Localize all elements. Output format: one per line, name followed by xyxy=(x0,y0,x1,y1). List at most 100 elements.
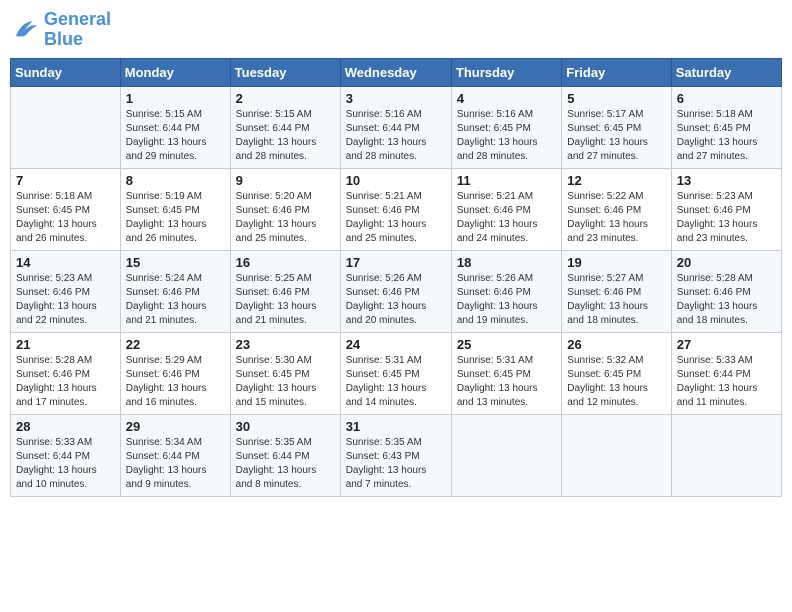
day-number: 30 xyxy=(236,419,335,434)
day-number: 28 xyxy=(16,419,115,434)
day-number: 10 xyxy=(346,173,446,188)
calendar-week-row: 14 Sunrise: 5:23 AM Sunset: 6:46 PM Dayli… xyxy=(11,250,782,332)
day-number: 1 xyxy=(126,91,225,106)
day-number: 23 xyxy=(236,337,335,352)
calendar-cell: 18Sunrise: 5:26 AM Sunset: 6:46 PM Dayli… xyxy=(451,250,561,332)
day-info: Sunrise: 5:16 AM Sunset: 6:45 PM Dayligh… xyxy=(457,108,556,164)
day-info: Sunrise: 5:26 AM Sunset: 6:46 PM Dayligh… xyxy=(346,272,446,328)
day-number: 13 xyxy=(677,173,776,188)
day-info: Sunrise: 5:27 AM Sunset: 6:46 PM Dayligh… xyxy=(567,272,665,328)
calendar-cell: 6 Sunrise: 5:18 AM Sunset: 6:45 PM Daylig… xyxy=(671,86,781,168)
calendar-week-row: 1 Sunrise: 5:15 AM Sunset: 6:44 PM Daylig… xyxy=(11,86,782,168)
calendar-cell: 26 Sunrise: 5:32 AM Sunset: 6:45 PM Dayli… xyxy=(562,332,671,414)
day-info: Sunrise: 5:17 AM Sunset: 6:45 PM Dayligh… xyxy=(567,108,665,164)
day-number: 16 xyxy=(236,255,335,270)
calendar-cell: 8 Sunrise: 5:19 AM Sunset: 6:45 PM Daylig… xyxy=(120,168,230,250)
calendar-week-row: 7 Sunrise: 5:18 AM Sunset: 6:45 PM Daylig… xyxy=(11,168,782,250)
day-number: 12 xyxy=(567,173,665,188)
calendar-cell: 20Sunrise: 5:28 AM Sunset: 6:46 PM Dayli… xyxy=(671,250,781,332)
weekday-header: Sunday xyxy=(11,58,121,86)
day-info: Sunrise: 5:16 AM Sunset: 6:44 PM Dayligh… xyxy=(346,108,446,164)
calendar-cell: 14 Sunrise: 5:23 AM Sunset: 6:46 PM Dayli… xyxy=(11,250,121,332)
day-number: 6 xyxy=(677,91,776,106)
day-info: Sunrise: 5:34 AM Sunset: 6:44 PM Dayligh… xyxy=(126,436,225,492)
day-info: Sunrise: 5:18 AM Sunset: 6:45 PM Dayligh… xyxy=(16,190,115,246)
day-number: 11 xyxy=(457,173,556,188)
calendar-cell: 16Sunrise: 5:25 AM Sunset: 6:46 PM Dayli… xyxy=(230,250,340,332)
day-info: Sunrise: 5:15 AM Sunset: 6:44 PM Dayligh… xyxy=(236,108,335,164)
day-info: Sunrise: 5:29 AM Sunset: 6:46 PM Dayligh… xyxy=(126,354,225,410)
day-number: 18 xyxy=(457,255,556,270)
calendar-cell: 5 Sunrise: 5:17 AM Sunset: 6:45 PM Daylig… xyxy=(562,86,671,168)
day-number: 21 xyxy=(16,337,115,352)
calendar-cell: 25 Sunrise: 5:31 AM Sunset: 6:45 PM Dayli… xyxy=(451,332,561,414)
day-number: 8 xyxy=(126,173,225,188)
day-info: Sunrise: 5:21 AM Sunset: 6:46 PM Dayligh… xyxy=(457,190,556,246)
day-number: 25 xyxy=(457,337,556,352)
day-info: Sunrise: 5:24 AM Sunset: 6:46 PM Dayligh… xyxy=(126,272,225,328)
day-number: 19 xyxy=(567,255,665,270)
calendar-cell xyxy=(11,86,121,168)
calendar-cell: 11 Sunrise: 5:21 AM Sunset: 6:46 PM Dayli… xyxy=(451,168,561,250)
calendar-cell: 24Sunrise: 5:31 AM Sunset: 6:45 PM Dayli… xyxy=(340,332,451,414)
weekday-header: Saturday xyxy=(671,58,781,86)
day-info: Sunrise: 5:33 AM Sunset: 6:44 PM Dayligh… xyxy=(16,436,115,492)
logo: General Blue xyxy=(10,10,111,50)
day-number: 24 xyxy=(346,337,446,352)
day-number: 26 xyxy=(567,337,665,352)
day-info: Sunrise: 5:31 AM Sunset: 6:45 PM Dayligh… xyxy=(457,354,556,410)
day-info: Sunrise: 5:22 AM Sunset: 6:46 PM Dayligh… xyxy=(567,190,665,246)
calendar-cell: 21 Sunrise: 5:28 AM Sunset: 6:46 PM Dayli… xyxy=(11,332,121,414)
calendar-cell: 1 Sunrise: 5:15 AM Sunset: 6:44 PM Daylig… xyxy=(120,86,230,168)
day-info: Sunrise: 5:20 AM Sunset: 6:46 PM Dayligh… xyxy=(236,190,335,246)
calendar-cell: 27Sunrise: 5:33 AM Sunset: 6:44 PM Dayli… xyxy=(671,332,781,414)
day-number: 7 xyxy=(16,173,115,188)
calendar-cell: 19 Sunrise: 5:27 AM Sunset: 6:46 PM Dayli… xyxy=(562,250,671,332)
calendar-header: SundayMondayTuesdayWednesdayThursdayFrid… xyxy=(11,58,782,86)
page-header: General Blue xyxy=(10,10,782,50)
day-info: Sunrise: 5:23 AM Sunset: 6:46 PM Dayligh… xyxy=(16,272,115,328)
calendar-cell: 22 Sunrise: 5:29 AM Sunset: 6:46 PM Dayli… xyxy=(120,332,230,414)
day-number: 2 xyxy=(236,91,335,106)
calendar-cell: 15 Sunrise: 5:24 AM Sunset: 6:46 PM Dayli… xyxy=(120,250,230,332)
day-number: 14 xyxy=(16,255,115,270)
day-number: 9 xyxy=(236,173,335,188)
logo-icon xyxy=(10,15,40,45)
calendar-cell: 28 Sunrise: 5:33 AM Sunset: 6:44 PM Dayli… xyxy=(11,414,121,496)
weekday-header: Monday xyxy=(120,58,230,86)
day-number: 22 xyxy=(126,337,225,352)
calendar-cell: 23Sunrise: 5:30 AM Sunset: 6:45 PM Dayli… xyxy=(230,332,340,414)
calendar-cell: 7 Sunrise: 5:18 AM Sunset: 6:45 PM Daylig… xyxy=(11,168,121,250)
calendar-cell: 3 Sunrise: 5:16 AM Sunset: 6:44 PM Daylig… xyxy=(340,86,451,168)
day-info: Sunrise: 5:15 AM Sunset: 6:44 PM Dayligh… xyxy=(126,108,225,164)
day-info: Sunrise: 5:28 AM Sunset: 6:46 PM Dayligh… xyxy=(16,354,115,410)
calendar-cell: 13 Sunrise: 5:23 AM Sunset: 6:46 PM Dayli… xyxy=(671,168,781,250)
day-number: 15 xyxy=(126,255,225,270)
calendar-table: SundayMondayTuesdayWednesdayThursdayFrid… xyxy=(10,58,782,497)
logo-text: General Blue xyxy=(44,10,111,50)
calendar-cell: 17Sunrise: 5:26 AM Sunset: 6:46 PM Dayli… xyxy=(340,250,451,332)
calendar-week-row: 21 Sunrise: 5:28 AM Sunset: 6:46 PM Dayli… xyxy=(11,332,782,414)
calendar-cell: 29 Sunrise: 5:34 AM Sunset: 6:44 PM Dayli… xyxy=(120,414,230,496)
calendar-cell: 10 Sunrise: 5:21 AM Sunset: 6:46 PM Dayli… xyxy=(340,168,451,250)
calendar-cell: 30 Sunrise: 5:35 AM Sunset: 6:44 PM Dayli… xyxy=(230,414,340,496)
day-info: Sunrise: 5:35 AM Sunset: 6:44 PM Dayligh… xyxy=(236,436,335,492)
calendar-cell: 2 Sunrise: 5:15 AM Sunset: 6:44 PM Daylig… xyxy=(230,86,340,168)
day-info: Sunrise: 5:35 AM Sunset: 6:43 PM Dayligh… xyxy=(346,436,446,492)
weekday-header: Thursday xyxy=(451,58,561,86)
calendar-body: 1 Sunrise: 5:15 AM Sunset: 6:44 PM Daylig… xyxy=(11,86,782,496)
weekday-header: Tuesday xyxy=(230,58,340,86)
day-info: Sunrise: 5:32 AM Sunset: 6:45 PM Dayligh… xyxy=(567,354,665,410)
day-info: Sunrise: 5:19 AM Sunset: 6:45 PM Dayligh… xyxy=(126,190,225,246)
calendar-cell xyxy=(671,414,781,496)
day-number: 29 xyxy=(126,419,225,434)
day-info: Sunrise: 5:23 AM Sunset: 6:46 PM Dayligh… xyxy=(677,190,776,246)
day-number: 3 xyxy=(346,91,446,106)
calendar-cell xyxy=(451,414,561,496)
day-number: 4 xyxy=(457,91,556,106)
day-info: Sunrise: 5:28 AM Sunset: 6:46 PM Dayligh… xyxy=(677,272,776,328)
day-number: 27 xyxy=(677,337,776,352)
day-info: Sunrise: 5:21 AM Sunset: 6:46 PM Dayligh… xyxy=(346,190,446,246)
day-number: 5 xyxy=(567,91,665,106)
day-info: Sunrise: 5:18 AM Sunset: 6:45 PM Dayligh… xyxy=(677,108,776,164)
